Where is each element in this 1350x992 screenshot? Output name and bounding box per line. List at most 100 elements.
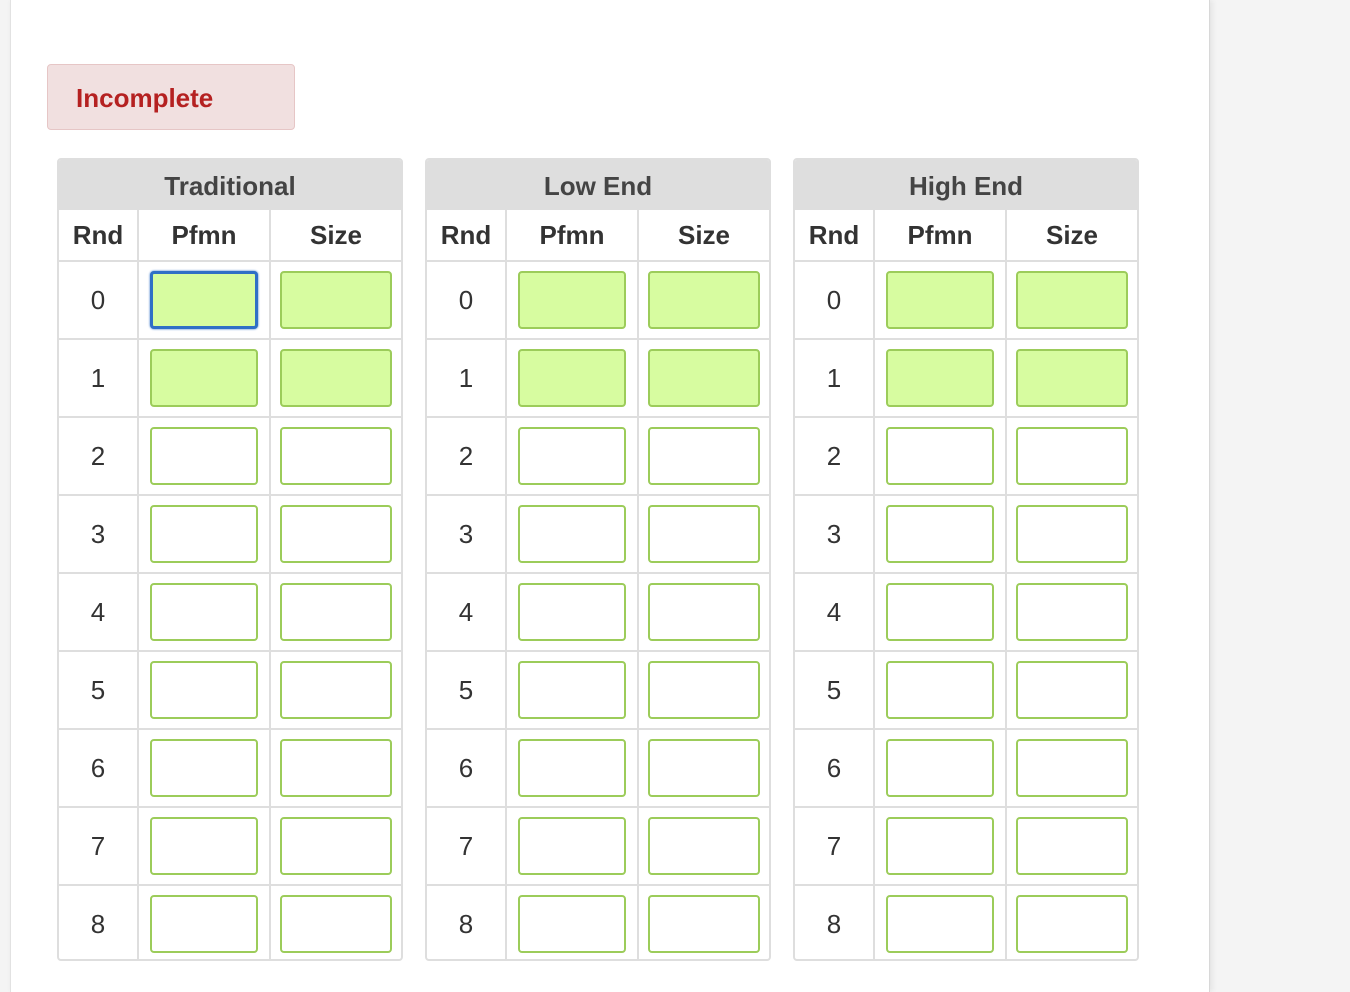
size-cell xyxy=(1007,574,1137,650)
round-number: 3 xyxy=(795,496,875,572)
round-number: 6 xyxy=(427,730,507,806)
pfmn-input[interactable] xyxy=(518,895,626,953)
column-header-pfmn: Pfmn xyxy=(507,210,639,260)
size-input[interactable] xyxy=(648,349,760,407)
size-input[interactable] xyxy=(280,349,392,407)
size-input[interactable] xyxy=(648,817,760,875)
size-input[interactable] xyxy=(280,505,392,563)
pfmn-input[interactable] xyxy=(518,505,626,563)
pfmn-input[interactable] xyxy=(518,583,626,641)
pfmn-cell xyxy=(875,730,1007,806)
pfmn-input[interactable] xyxy=(886,271,994,329)
round-number: 3 xyxy=(59,496,139,572)
pfmn-input[interactable] xyxy=(886,583,994,641)
pfmn-input[interactable] xyxy=(886,895,994,953)
size-cell xyxy=(1007,340,1137,416)
size-input[interactable] xyxy=(1016,817,1128,875)
size-input[interactable] xyxy=(1016,739,1128,797)
column-header-rnd: Rnd xyxy=(427,210,507,260)
round-number: 5 xyxy=(795,652,875,728)
size-input[interactable] xyxy=(648,583,760,641)
pfmn-input[interactable] xyxy=(518,349,626,407)
size-input[interactable] xyxy=(280,817,392,875)
pfmn-input[interactable] xyxy=(518,427,626,485)
pfmn-input[interactable] xyxy=(150,271,258,329)
size-cell xyxy=(1007,652,1137,728)
size-cell xyxy=(271,886,401,959)
table-row: 5 xyxy=(59,650,401,728)
size-cell xyxy=(1007,886,1137,959)
size-input[interactable] xyxy=(280,427,392,485)
size-input[interactable] xyxy=(648,427,760,485)
size-input[interactable] xyxy=(1016,349,1128,407)
size-input[interactable] xyxy=(648,271,760,329)
round-number: 4 xyxy=(427,574,507,650)
pfmn-input[interactable] xyxy=(886,817,994,875)
size-input[interactable] xyxy=(1016,505,1128,563)
pfmn-cell xyxy=(139,886,271,959)
pfmn-input[interactable] xyxy=(886,505,994,563)
size-cell xyxy=(639,730,769,806)
pfmn-cell xyxy=(875,418,1007,494)
size-input[interactable] xyxy=(1016,583,1128,641)
pfmn-input[interactable] xyxy=(518,661,626,719)
round-number: 7 xyxy=(427,808,507,884)
pfmn-input[interactable] xyxy=(886,661,994,719)
table-row: 3 xyxy=(795,494,1137,572)
size-input[interactable] xyxy=(1016,271,1128,329)
size-input[interactable] xyxy=(1016,661,1128,719)
table-row: 5 xyxy=(427,650,769,728)
pfmn-input[interactable] xyxy=(150,661,258,719)
size-input[interactable] xyxy=(280,271,392,329)
size-input[interactable] xyxy=(1016,427,1128,485)
size-cell xyxy=(639,808,769,884)
size-cell xyxy=(271,574,401,650)
size-input[interactable] xyxy=(648,739,760,797)
pfmn-input[interactable] xyxy=(150,739,258,797)
size-input[interactable] xyxy=(280,583,392,641)
size-cell xyxy=(271,652,401,728)
size-cell xyxy=(271,808,401,884)
size-input[interactable] xyxy=(648,505,760,563)
pfmn-input[interactable] xyxy=(518,271,626,329)
round-number: 8 xyxy=(795,886,875,959)
pfmn-cell xyxy=(139,652,271,728)
pfmn-input[interactable] xyxy=(150,895,258,953)
table-row: 4 xyxy=(427,572,769,650)
round-number: 1 xyxy=(795,340,875,416)
pfmn-input[interactable] xyxy=(518,739,626,797)
pfmn-input[interactable] xyxy=(150,505,258,563)
pfmn-input[interactable] xyxy=(886,349,994,407)
size-input[interactable] xyxy=(1016,895,1128,953)
pfmn-cell xyxy=(507,262,639,338)
round-number: 1 xyxy=(59,340,139,416)
size-cell xyxy=(639,496,769,572)
table-row: 8 xyxy=(59,884,401,959)
pfmn-input[interactable] xyxy=(518,817,626,875)
segment-title: High End xyxy=(795,160,1137,210)
round-number: 5 xyxy=(59,652,139,728)
size-input[interactable] xyxy=(280,895,392,953)
column-header-pfmn: Pfmn xyxy=(139,210,271,260)
table-header-row: Rnd Pfmn Size xyxy=(795,210,1137,260)
size-input[interactable] xyxy=(648,895,760,953)
pfmn-input[interactable] xyxy=(886,739,994,797)
size-input[interactable] xyxy=(648,661,760,719)
pfmn-input[interactable] xyxy=(150,583,258,641)
round-number: 1 xyxy=(427,340,507,416)
segment-table-traditional: Traditional Rnd Pfmn Size 0 1 2 3 4 5 6 7 8 xyxy=(57,158,403,961)
size-cell xyxy=(1007,730,1137,806)
pfmn-input[interactable] xyxy=(886,427,994,485)
pfmn-input[interactable] xyxy=(150,427,258,485)
table-row: 0 xyxy=(59,260,401,338)
pfmn-input[interactable] xyxy=(150,349,258,407)
size-input[interactable] xyxy=(280,739,392,797)
pfmn-cell xyxy=(139,340,271,416)
column-header-size: Size xyxy=(1045,219,1099,250)
table-row: 6 xyxy=(795,728,1137,806)
pfmn-cell xyxy=(507,808,639,884)
pfmn-input[interactable] xyxy=(150,817,258,875)
round-number: 4 xyxy=(59,574,139,650)
table-row: 2 xyxy=(59,416,401,494)
size-input[interactable] xyxy=(280,661,392,719)
